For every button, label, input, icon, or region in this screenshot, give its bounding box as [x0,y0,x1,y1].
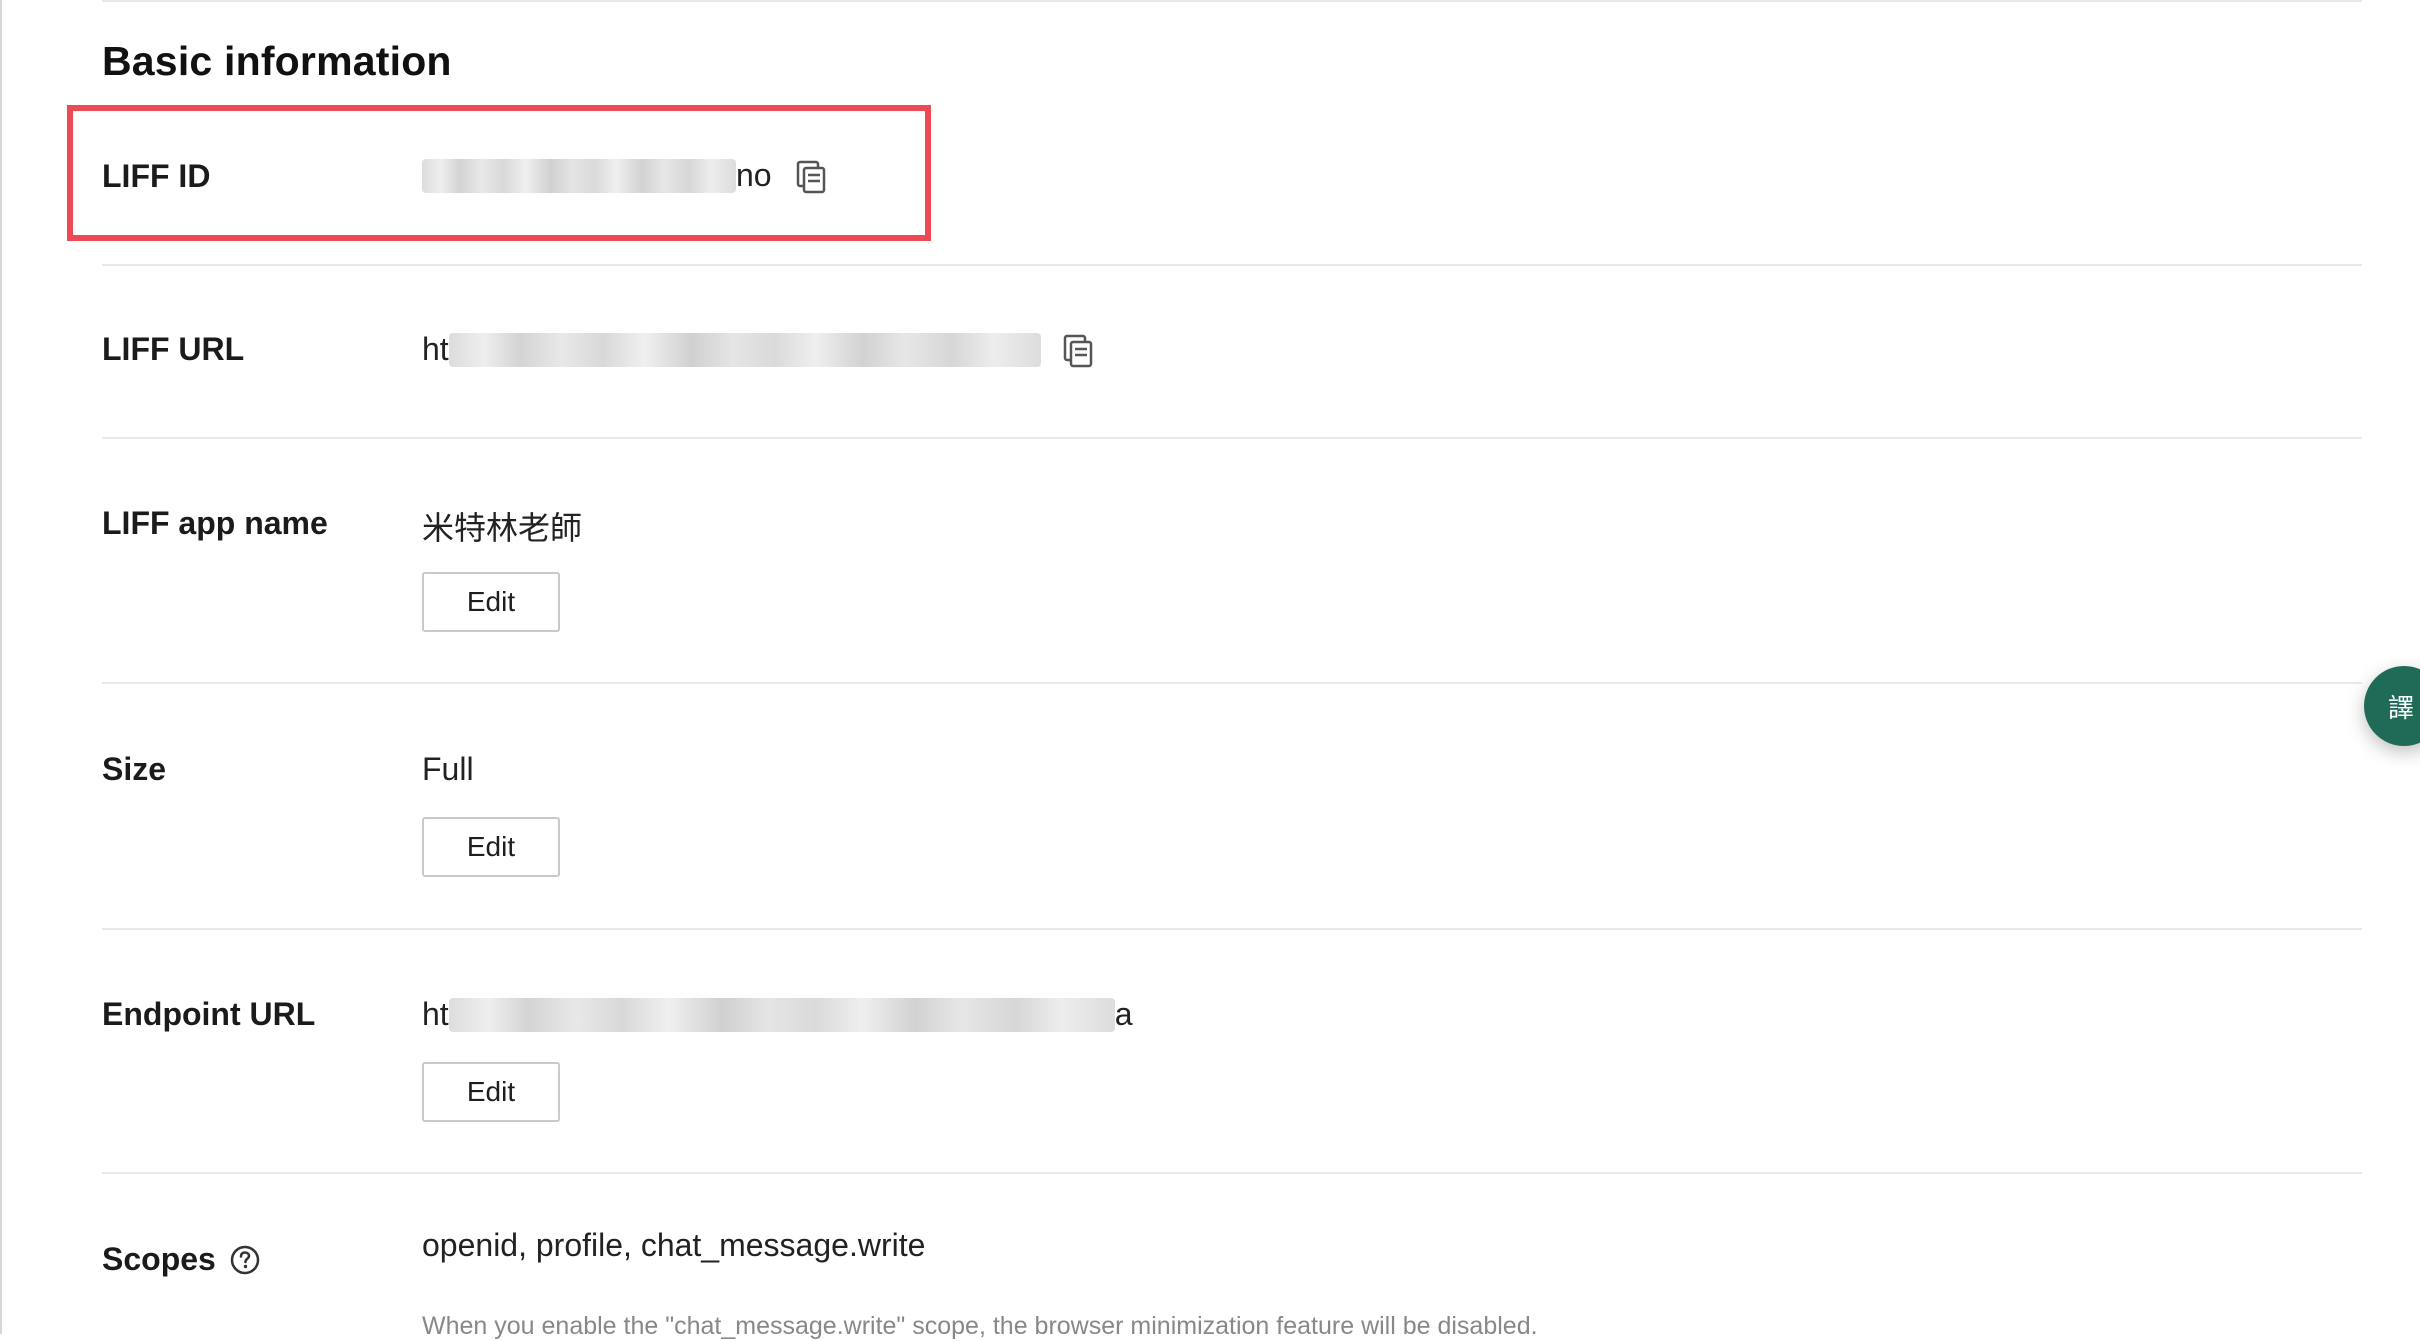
divider-top [102,0,2362,2]
copy-icon[interactable] [1063,334,1093,368]
size-value: Full [422,751,474,787]
size-label: Size [102,751,167,787]
scopes-value: openid, profile, chat_message.write [422,1227,926,1263]
scopes-label: Scopes [102,1241,216,1277]
endpoint-url-redacted [448,997,1115,1032]
divider-4 [102,928,2362,930]
divider-2 [102,437,2362,439]
page-left-border [0,0,2,1334]
liff-url-redacted [448,332,1041,367]
endpoint-url-value: ht a [422,996,1132,1033]
divider-1 [102,264,2362,266]
divider-5 [102,1172,2362,1174]
endpoint-url-value-prefix: ht [422,996,449,1032]
edit-size-button[interactable]: Edit [422,817,560,877]
liff-url-value: ht [422,331,1041,368]
edit-endpoint-url-button[interactable]: Edit [422,1062,560,1122]
liff-id-label: LIFF ID [102,158,211,194]
liff-id-value-suffix: no [736,157,772,193]
question-circle-icon[interactable] [230,1245,260,1275]
section-title: Basic information [102,38,452,84]
endpoint-url-label: Endpoint URL [102,996,316,1032]
scopes-label-group: Scopes [102,1241,260,1278]
app-name-value: 米特林老師 [422,509,583,547]
app-name-label: LIFF app name [102,505,328,541]
translate-label: 譯 [2388,693,2415,724]
scopes-note: When you enable the "chat_message.write"… [422,1312,1538,1340]
liff-url-value-prefix: ht [422,331,449,367]
liff-id-value: no [422,157,772,194]
divider-3 [102,682,2362,684]
copy-icon[interactable] [796,160,826,194]
liff-id-redacted [422,158,736,193]
liff-url-label: LIFF URL [102,331,245,367]
edit-app-name-button[interactable]: Edit [422,572,560,632]
endpoint-url-value-suffix: a [1114,996,1133,1032]
translate-button[interactable]: 譯 [2364,666,2420,746]
